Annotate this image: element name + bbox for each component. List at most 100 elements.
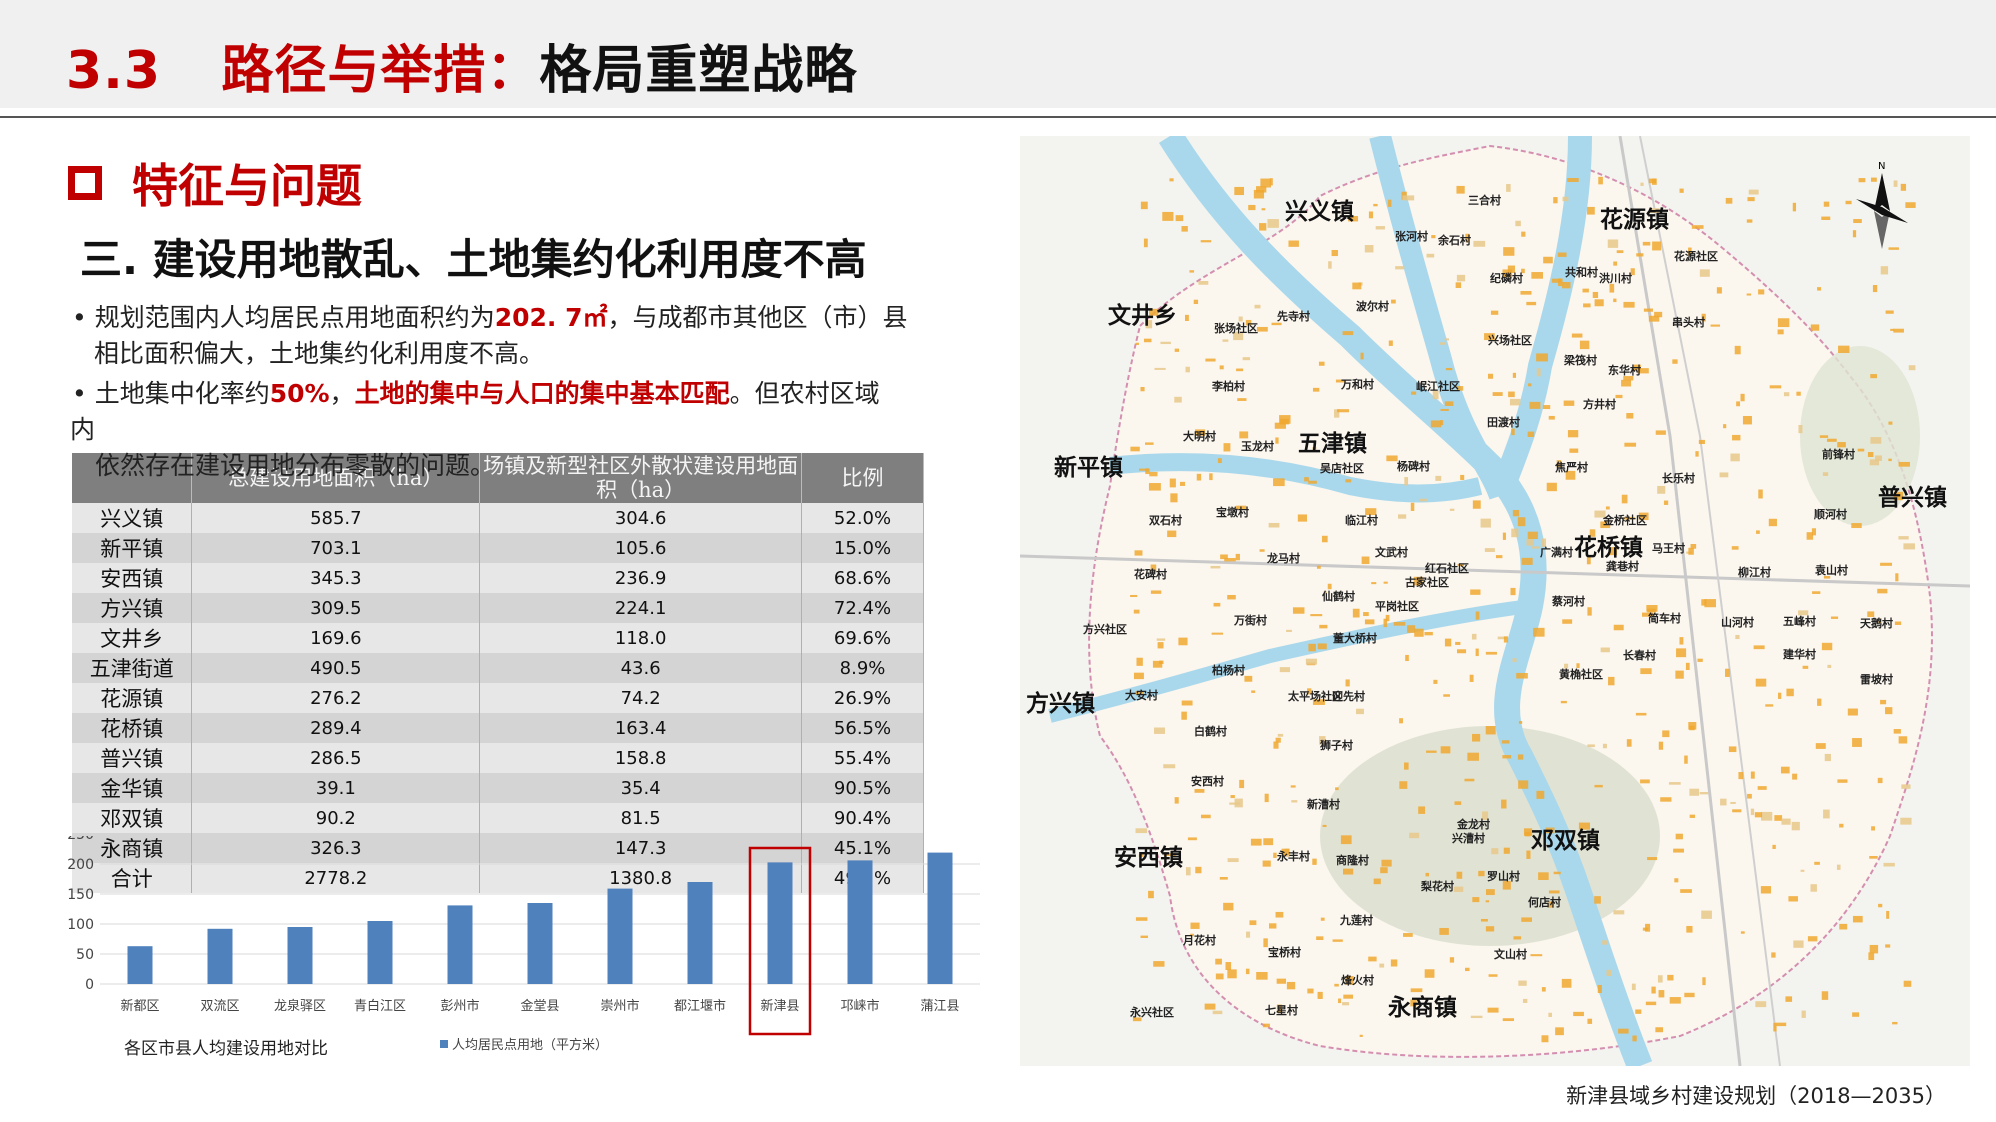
table-row: 文井乡 169.6 118.0 69.6% [72, 623, 924, 653]
settlement-patch [1756, 530, 1760, 534]
settlement-patch [1331, 249, 1338, 257]
village-label: 田渡村 [1487, 416, 1520, 429]
settlement-patch [1426, 253, 1435, 258]
settlement-patch [1472, 733, 1481, 742]
settlement-patch [1375, 226, 1385, 230]
settlement-patch [1684, 992, 1695, 998]
settlement-patch [1892, 1021, 1898, 1025]
settlement-patch [1449, 957, 1455, 963]
settlement-patch [1541, 1035, 1549, 1043]
settlement-patch [1562, 281, 1571, 289]
settlement-patch [1359, 1034, 1363, 1037]
settlement-patch [1613, 624, 1624, 631]
settlement-patch [1555, 1027, 1564, 1036]
settlement-patch [1531, 546, 1541, 549]
settlement-patch [1536, 353, 1548, 362]
village-label: 董大桥村 [1333, 632, 1377, 645]
title-part-2: 格局重塑战略 [539, 41, 858, 101]
settlement-patch [1217, 458, 1222, 464]
settlement-patch [1648, 315, 1660, 322]
settlement-patch [1827, 664, 1832, 668]
settlement-patch [1746, 293, 1752, 296]
settlement-patch [1645, 1001, 1657, 1006]
settlement-patch [1548, 890, 1560, 894]
village-label: 永兴社区 [1130, 1006, 1174, 1019]
settlement-patch [1730, 453, 1740, 462]
settlement-patch [1455, 641, 1461, 645]
settlement-patch [1542, 405, 1551, 410]
settlement-patch [1883, 862, 1895, 867]
village-label: 柳江村 [1738, 566, 1771, 579]
table-row: 普兴镇 286.5 158.8 55.4% [72, 743, 924, 773]
settlement-patch [1553, 197, 1558, 204]
settlement-patch [1134, 550, 1143, 556]
settlement-patch [1264, 793, 1269, 803]
settlement-patch [1254, 304, 1261, 309]
settlement-patch [1557, 252, 1567, 257]
settlement-patch [1317, 643, 1327, 650]
settlement-patch [1908, 365, 1916, 371]
settlement-patch [1234, 798, 1243, 808]
settlement-patch [1836, 864, 1841, 870]
chart-title: 各区市县人均建设用地对比 [124, 1039, 328, 1059]
y-tick-label: 50 [76, 947, 94, 963]
settlement-patch [1858, 178, 1866, 183]
village-label: 三合村 [1468, 194, 1501, 207]
bar [927, 852, 953, 984]
village-label: 新漕村 [1307, 798, 1340, 811]
village-label: 雷坡村 [1860, 673, 1893, 686]
village-label: 前锋村 [1822, 448, 1855, 461]
settlement-patch [1662, 730, 1670, 738]
table-row: 金华镇 39.1 35.4 90.5% [72, 773, 924, 803]
table-cell: 方兴镇 [72, 593, 193, 623]
settlement-patch [1660, 797, 1672, 802]
settlement-patch [1807, 936, 1818, 942]
settlement-patch [1626, 739, 1632, 747]
settlement-patch [1424, 969, 1435, 978]
settlement-patch [1215, 958, 1222, 965]
bar [287, 927, 313, 984]
village-label: 长乐村 [1662, 472, 1695, 485]
settlement-patch [1740, 931, 1745, 934]
settlement-patch [1435, 475, 1442, 481]
settlement-patch [1655, 1027, 1664, 1033]
settlement-patch [1455, 282, 1462, 288]
settlement-patch [1635, 712, 1647, 716]
settlement-patch [1444, 338, 1449, 341]
village-label: 共和村 [1565, 266, 1598, 279]
bar-chart: 0 50 100 150 200 250 新都区 双流区 龙泉驿区 青白江区 彭州市 金堂县 崇州市 都江… [60, 827, 990, 1068]
settlement-patch [1364, 619, 1375, 625]
settlement-patch [1175, 215, 1184, 222]
settlement-patch [1663, 500, 1669, 505]
settlement-patch [1531, 272, 1543, 279]
village-label: 兴场社区 [1488, 334, 1532, 347]
settlement-patch [1800, 869, 1805, 872]
settlement-patch [1699, 269, 1710, 277]
settlement-patch [1652, 241, 1662, 251]
settlement-patch [1562, 196, 1569, 202]
settlement-patch [1543, 256, 1553, 264]
settlement-patch [1256, 186, 1267, 193]
settlement-patch [1632, 1035, 1637, 1042]
settlement-patch [1880, 562, 1892, 566]
bar [687, 882, 713, 984]
settlement-patch [1734, 345, 1741, 355]
settlement-patch [1529, 401, 1541, 409]
settlement-patch [1399, 781, 1408, 789]
settlement-patch [1334, 983, 1339, 987]
village-label: 方兴社区 [1083, 623, 1127, 636]
settlement-patch [1328, 261, 1332, 269]
table-header: 比例 [801, 453, 924, 503]
settlement-patch [1750, 808, 1755, 816]
table-cell: 345.3 [191, 563, 481, 593]
settlement-patch [1900, 817, 1912, 825]
settlement-patch [1898, 461, 1910, 467]
settlement-patch [1259, 549, 1265, 552]
settlement-patch [1643, 308, 1653, 312]
settlement-patch [1503, 636, 1509, 643]
settlement-patch [1839, 923, 1848, 930]
settlement-patch [1193, 299, 1199, 305]
settlement-patch [1490, 310, 1499, 315]
bar [207, 928, 233, 984]
village-label: 大安村 [1125, 689, 1158, 702]
